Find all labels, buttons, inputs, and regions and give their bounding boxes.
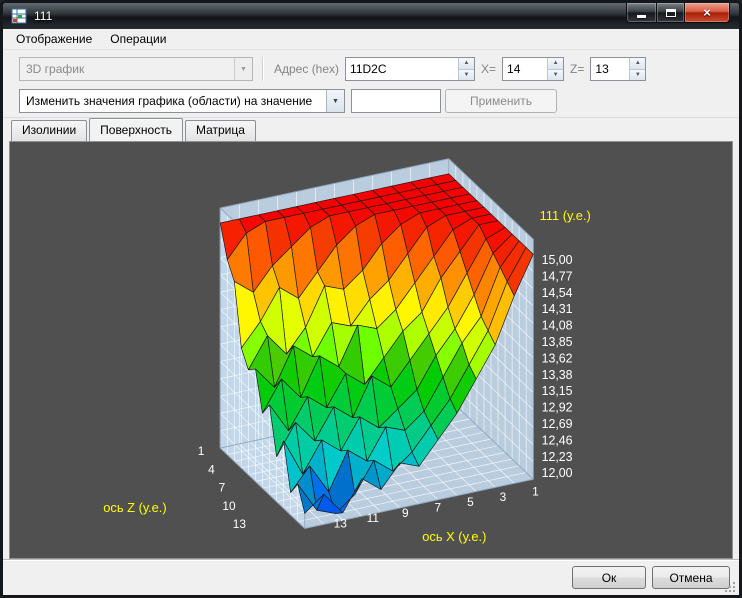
svg-text:13,38: 13,38 (542, 368, 573, 382)
svg-text:ось Z (у.е.): ось Z (у.е.) (103, 500, 166, 515)
svg-text:13,15: 13,15 (542, 384, 573, 398)
address-label: Адрес (hex) (274, 62, 339, 76)
svg-text:1: 1 (532, 484, 539, 498)
minimize-icon (637, 15, 646, 18)
spin-up-icon[interactable]: ▲ (548, 58, 563, 69)
svg-text:12,23: 12,23 (542, 450, 573, 464)
svg-text:13,85: 13,85 (542, 335, 573, 349)
spin-down-icon[interactable]: ▼ (630, 69, 645, 81)
z-input[interactable]: ▲ ▼ (590, 57, 646, 81)
z-field[interactable] (591, 58, 629, 80)
maximize-icon (666, 9, 676, 17)
x-field[interactable] (503, 58, 547, 80)
tab-surface[interactable]: Поверхность (89, 118, 183, 141)
graph-type-value: 3D график (20, 62, 234, 76)
chevron-down-icon: ▼ (234, 58, 252, 80)
menu-display[interactable]: Отображение (7, 30, 101, 48)
chevron-down-icon: ▼ (326, 90, 344, 112)
svg-text:ось X (у.е.): ось X (у.е.) (422, 529, 486, 544)
close-button[interactable]: × (685, 3, 730, 23)
toolbar: 3D график ▼ Адрес (hex) ▲ ▼ X= ▲ ▼ Z= (3, 50, 739, 118)
svg-text:13: 13 (334, 516, 348, 530)
svg-text:9: 9 (402, 506, 409, 520)
svg-text:12,00: 12,00 (542, 466, 573, 480)
operation-select[interactable]: Изменить значения графика (области) на з… (19, 89, 345, 113)
svg-text:7: 7 (219, 480, 226, 494)
svg-text:15,00: 15,00 (542, 253, 573, 267)
z-spinner[interactable]: ▲ ▼ (629, 58, 645, 80)
tab-isolines[interactable]: Изолинии (11, 120, 87, 141)
window-title: 111 (34, 9, 52, 23)
svg-text:3: 3 (500, 490, 507, 504)
titlebar[interactable]: 111 × (3, 3, 739, 29)
legend: 111 (у.е.) 15,00 14,77 14,54 14,31 14,08 13,85… (540, 208, 591, 480)
svg-text:7: 7 (435, 500, 442, 514)
svg-text:12,92: 12,92 (542, 401, 573, 415)
spin-up-icon[interactable]: ▲ (630, 58, 645, 69)
svg-text:12,69: 12,69 (542, 417, 573, 431)
svg-text:1: 1 (198, 444, 205, 458)
chart-panel: 1471013131197531ось Z (у.е.)ось X (у.е.)… (9, 141, 733, 559)
toolbar-separator (262, 57, 264, 81)
window-controls: × (626, 3, 730, 23)
spin-up-icon[interactable]: ▲ (459, 58, 474, 69)
address-field[interactable] (346, 58, 458, 80)
footer: Ок Отмена (3, 559, 739, 596)
address-input[interactable]: ▲ ▼ (345, 57, 475, 81)
cancel-button[interactable]: Отмена (652, 566, 730, 589)
operation-value: Изменить значения графика (области) на з… (20, 94, 326, 108)
x-input[interactable]: ▲ ▼ (502, 57, 564, 81)
svg-text:13,62: 13,62 (542, 351, 573, 365)
graph-type-select[interactable]: 3D график ▼ (19, 57, 253, 81)
svg-text:14,77: 14,77 (542, 269, 573, 283)
svg-text:111 (у.е.): 111 (у.е.) (540, 208, 591, 223)
app-icon (11, 8, 27, 24)
svg-text:13: 13 (233, 517, 247, 531)
svg-text:11: 11 (367, 511, 380, 525)
svg-text:10: 10 (222, 499, 236, 513)
x-spinner[interactable]: ▲ ▼ (547, 58, 563, 80)
svg-text:5: 5 (467, 495, 474, 509)
surface-3d-chart: 1471013131197531ось Z (у.е.)ось X (у.е.)… (10, 142, 732, 558)
address-spinner[interactable]: ▲ ▼ (458, 58, 474, 80)
svg-text:14,08: 14,08 (542, 319, 573, 333)
spin-down-icon[interactable]: ▼ (548, 69, 563, 81)
minimize-button[interactable] (626, 3, 657, 23)
apply-button[interactable]: Применить (445, 89, 557, 113)
value-input[interactable] (351, 89, 441, 113)
svg-text:4: 4 (208, 462, 215, 476)
x-label: X= (481, 62, 496, 76)
svg-text:12,46: 12,46 (542, 433, 573, 447)
resize-grip[interactable] (723, 580, 736, 593)
menu-operations[interactable]: Операции (101, 30, 175, 48)
svg-text:14,31: 14,31 (542, 302, 573, 316)
close-icon: × (703, 5, 711, 20)
tab-matrix[interactable]: Матрица (185, 120, 256, 141)
app-window: 111 × Отображение Операции 3D график ▼ А… (0, 0, 742, 598)
menubar: Отображение Операции (3, 29, 739, 50)
ok-button[interactable]: Ок (572, 566, 646, 589)
z-label: Z= (570, 62, 584, 76)
svg-text:14,54: 14,54 (542, 286, 573, 300)
spin-down-icon[interactable]: ▼ (459, 69, 474, 81)
maximize-button[interactable] (657, 3, 685, 23)
tab-strip: Изолинии Поверхность Матрица (3, 118, 739, 141)
